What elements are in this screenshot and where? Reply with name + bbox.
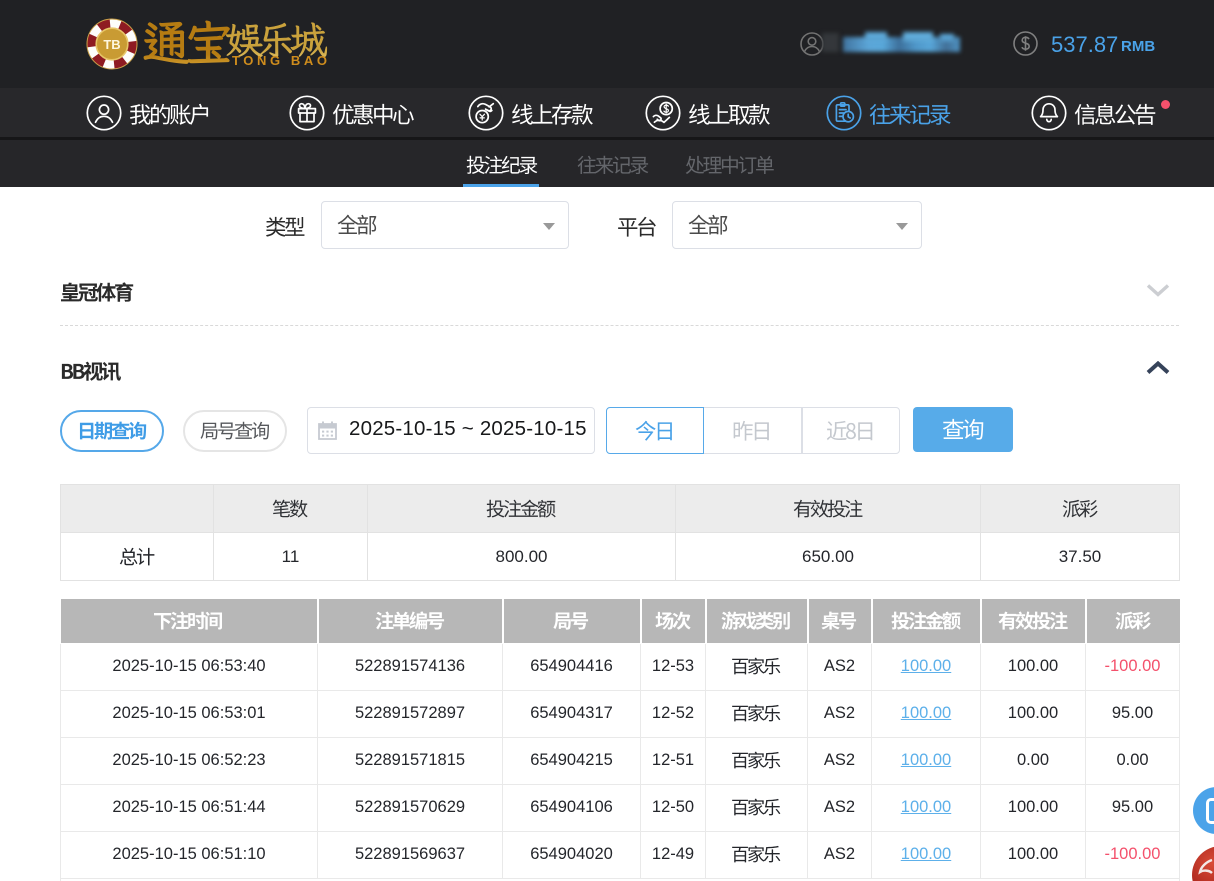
- svg-text:TB: TB: [103, 37, 120, 52]
